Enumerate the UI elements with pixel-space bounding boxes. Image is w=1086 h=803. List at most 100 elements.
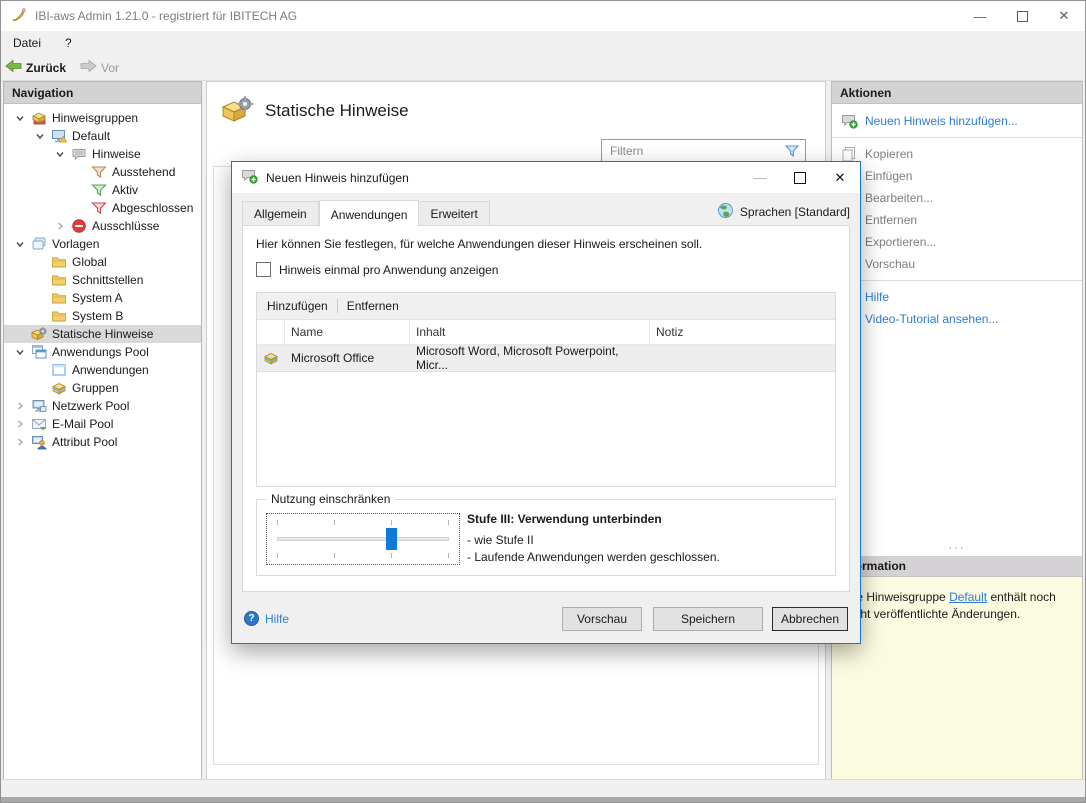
applications-table: Hinzufügen Entfernen Name Inhalt Notiz M…: [256, 292, 836, 487]
tree-item-aktiv[interactable]: Aktiv: [4, 181, 201, 199]
column-header-inhalt[interactable]: Inhalt: [410, 320, 650, 344]
save-button[interactable]: Speichern: [653, 606, 763, 631]
tree-item-attribut-pool[interactable]: Attribut Pool: [4, 433, 201, 451]
minimize-icon[interactable]: —: [959, 1, 1001, 31]
help-link[interactable]: ? Hilfe: [244, 611, 289, 626]
separator: [336, 299, 338, 313]
navigation-header: Navigation: [4, 82, 201, 104]
tree-item-system-b[interactable]: System B: [4, 307, 201, 325]
tree-item-system-a[interactable]: System A: [4, 289, 201, 307]
action-exportieren[interactable]: Exportieren...: [832, 231, 1082, 253]
minimize-icon[interactable]: —: [740, 162, 780, 193]
chevron-right-icon[interactable]: [10, 437, 30, 447]
dialog-footer: ? Hilfe Vorschau Speichern Abbrechen: [232, 594, 860, 643]
tree-item-default[interactable]: Default: [4, 127, 201, 145]
dialog-titlebar: Neuen Hinweis hinzufügen — ✕: [232, 162, 860, 193]
notices-icon: [70, 146, 88, 162]
back-button[interactable]: Zurück: [5, 59, 76, 76]
window-titlebar: IBI-aws Admin 1.21.0 - registriert für I…: [1, 1, 1085, 31]
anwendungen-tab-panel: Hier können Sie festlegen, für welche An…: [242, 225, 850, 592]
toolbar: Zurück Vor: [1, 55, 1085, 81]
separator: [832, 280, 1082, 281]
chevron-down-icon[interactable]: [10, 347, 30, 357]
tree-item-hinweise[interactable]: Hinweise: [4, 145, 201, 163]
folder-icon: [50, 272, 68, 288]
tree-item-statische-hinweise[interactable]: Statische Hinweise: [4, 325, 201, 343]
filter-funnel-icon[interactable]: [784, 143, 800, 162]
action-kopieren[interactable]: Kopieren: [832, 143, 1082, 165]
cancel-button[interactable]: Abbrechen: [772, 606, 848, 631]
app-logo-icon: [11, 7, 27, 26]
tab-allgemein[interactable]: Allgemein: [242, 201, 319, 225]
tree-item-gruppen[interactable]: Gruppen: [4, 379, 201, 397]
close-icon[interactable]: ✕: [820, 162, 860, 193]
tree-item-ausstehend[interactable]: Ausstehend: [4, 163, 201, 181]
page-title: Statische Hinweise: [265, 100, 409, 120]
column-header-notiz[interactable]: Notiz: [650, 320, 835, 344]
chevron-right-icon[interactable]: [10, 419, 30, 429]
tree-item-anwendungs-pool[interactable]: Anwendungs Pool: [4, 343, 201, 361]
tree-item-anwendungen[interactable]: Anwendungen: [4, 361, 201, 379]
preview-button[interactable]: Vorschau: [562, 606, 642, 631]
checkbox[interactable]: [256, 262, 271, 277]
tree-item-ausschluesse[interactable]: Ausschlüsse: [4, 217, 201, 235]
application-icon: [50, 362, 68, 378]
filter-input[interactable]: [601, 139, 806, 163]
action-einfuegen[interactable]: Einfügen: [832, 165, 1082, 187]
chevron-down-icon[interactable]: [30, 131, 50, 141]
languages-button[interactable]: Sprachen [Standard]: [717, 202, 850, 222]
tree-item-global[interactable]: Global: [4, 253, 201, 271]
actions-panel: Aktionen Neuen Hinweis hinzufügen... Kop…: [831, 81, 1083, 780]
tree-item-schnittstellen[interactable]: Schnittstellen: [4, 271, 201, 289]
app-pool-icon: [30, 344, 48, 360]
table-header-row: Name Inhalt Notiz: [257, 320, 835, 345]
slider-track[interactable]: [277, 537, 449, 541]
separator: [832, 137, 1082, 138]
folder-icon: [50, 290, 68, 306]
tab-erweitert[interactable]: Erweitert: [419, 201, 490, 225]
filter-box: [601, 139, 806, 163]
checkbox-label: Hinweis einmal pro Anwendung anzeigen: [279, 262, 499, 277]
tree-item-email-pool[interactable]: E-Mail Pool: [4, 415, 201, 433]
maximize-icon[interactable]: [780, 162, 820, 193]
action-new-notice[interactable]: Neuen Hinweis hinzufügen...: [832, 110, 1082, 132]
chevron-right-icon[interactable]: [50, 221, 70, 231]
default-group-link[interactable]: Default: [949, 590, 987, 604]
navigation-panel: Navigation Hinweisgruppen Default Hinwei…: [3, 81, 202, 780]
action-hilfe[interactable]: Hilfe: [832, 286, 1082, 308]
chevron-down-icon[interactable]: [50, 149, 70, 159]
static-notices-icon: [30, 326, 48, 342]
action-video-tutorial[interactable]: Video-Tutorial ansehen...: [832, 308, 1082, 330]
menu-datei[interactable]: Datei: [1, 31, 53, 55]
slider-handle[interactable]: [386, 528, 397, 550]
forward-button[interactable]: Vor: [80, 59, 119, 76]
close-icon[interactable]: ✕: [1043, 1, 1085, 31]
copy-icon: [840, 146, 858, 162]
action-vorschau[interactable]: Vorschau: [832, 253, 1082, 275]
notice-add-icon: [840, 113, 858, 129]
dialog-title: Neuen Hinweis hinzufügen: [266, 170, 409, 185]
static-notices-header-icon: [221, 94, 253, 127]
row-content: Microsoft Word, Microsoft Powerpoint, Mi…: [416, 344, 619, 372]
tree-item-hinweisgruppen[interactable]: Hinweisgruppen: [4, 109, 201, 127]
chevron-down-icon[interactable]: [10, 239, 30, 249]
tree-item-vorlagen[interactable]: Vorlagen: [4, 235, 201, 253]
menu-help[interactable]: ?: [53, 31, 84, 55]
remove-application-button[interactable]: Entfernen: [347, 299, 399, 313]
restriction-slider[interactable]: [266, 513, 460, 565]
tree-item-abgeschlossen[interactable]: Abgeschlossen: [4, 199, 201, 217]
add-application-button[interactable]: Hinzufügen: [267, 299, 328, 313]
chevron-down-icon[interactable]: [10, 113, 30, 123]
tree-item-netzwerk-pool[interactable]: Netzwerk Pool: [4, 397, 201, 415]
chevron-right-icon[interactable]: [10, 401, 30, 411]
globe-icon: [717, 202, 734, 222]
action-entfernen[interactable]: Entfernen: [832, 209, 1082, 231]
maximize-icon[interactable]: [1001, 1, 1043, 31]
tab-anwendungen[interactable]: Anwendungen: [318, 200, 420, 226]
office-package-icon: [257, 345, 285, 371]
action-bearbeiten[interactable]: Bearbeiten...: [832, 187, 1082, 209]
column-header-name[interactable]: Name: [285, 320, 410, 344]
splitter-grip[interactable]: ···: [832, 543, 1082, 554]
table-row[interactable]: Microsoft Office Microsoft Word, Microso…: [257, 344, 835, 372]
icon-column-header[interactable]: [257, 320, 285, 344]
